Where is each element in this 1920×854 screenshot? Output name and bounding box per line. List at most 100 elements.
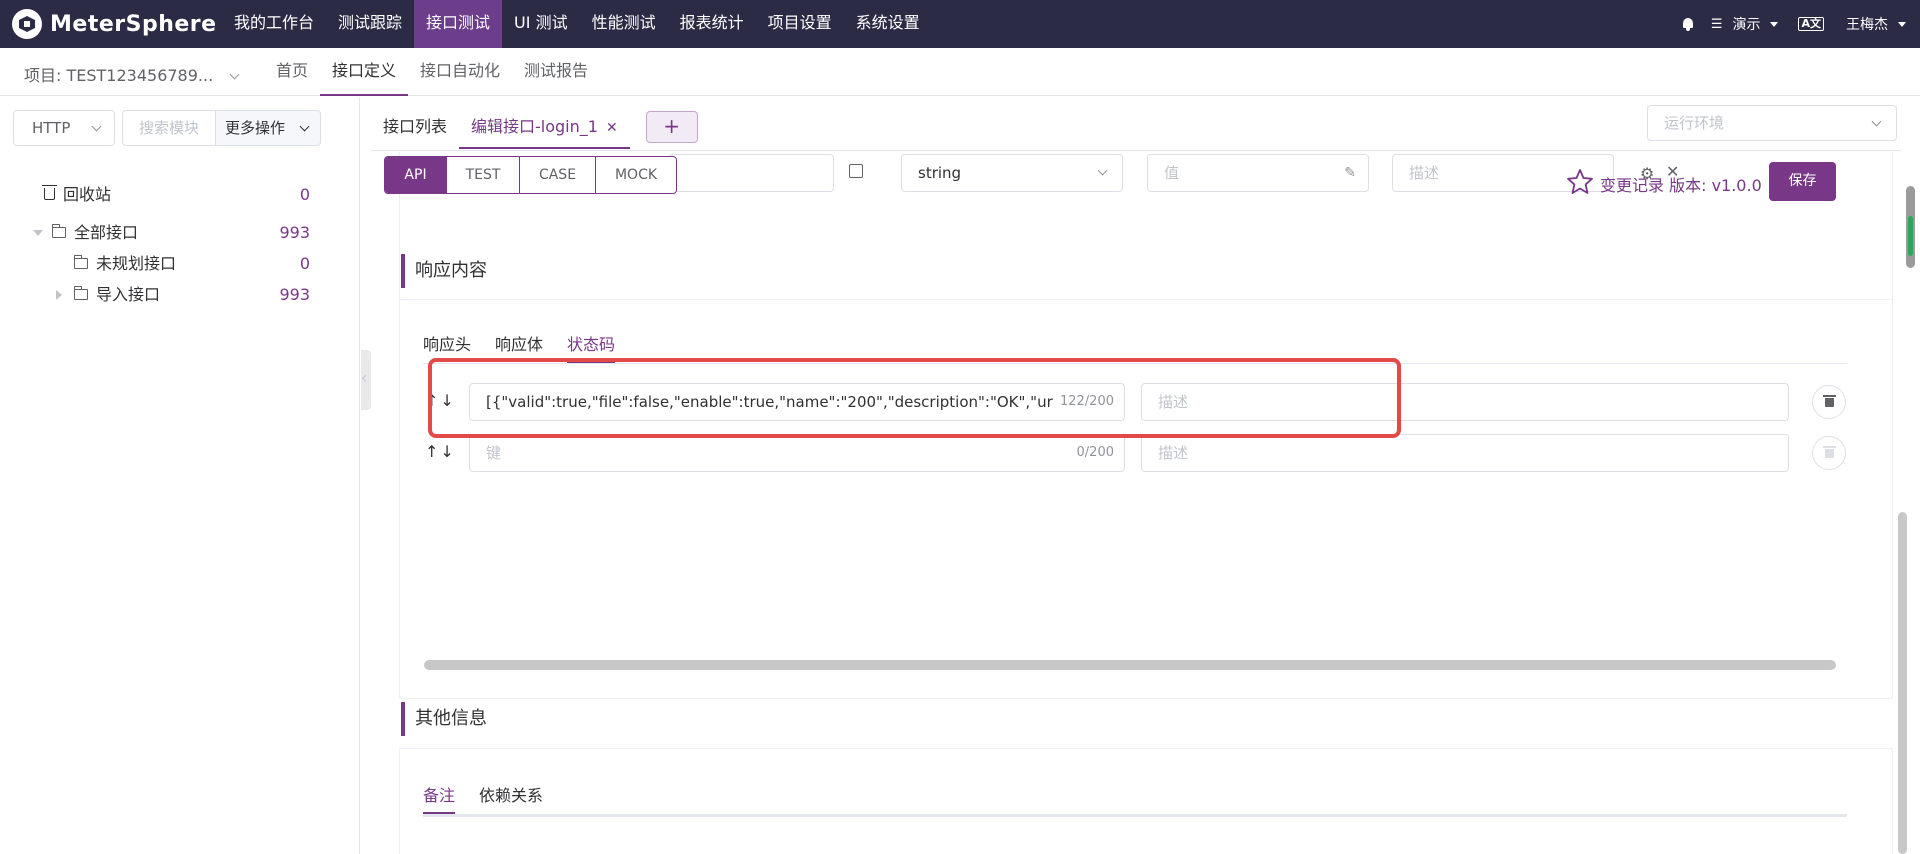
notification-button[interactable] — [1681, 17, 1695, 31]
workspace-switcher[interactable]: 演示 — [1732, 14, 1779, 34]
delete-row-button[interactable] — [1812, 385, 1846, 419]
chevron-down-icon — [299, 121, 310, 132]
status-key-input[interactable]: 键 0/200 — [469, 434, 1125, 472]
param-type-value: string — [918, 164, 962, 182]
topnav-project-settings[interactable]: 项目设置 — [756, 0, 844, 48]
task-list-icon: ☰ — [1710, 16, 1723, 32]
status-desc-input[interactable]: 描述 — [1141, 434, 1789, 472]
module-sidebar: HTTP 搜索模块 更多操作 回收站 0 全部接口 993 未规划接口 0 导入… — [0, 97, 360, 854]
edit-pencil-icon[interactable]: ✎ — [1344, 155, 1356, 191]
close-icon[interactable]: ✕ — [606, 120, 618, 136]
folder-icon — [74, 255, 88, 269]
tree-node-label: 未规划接口 — [96, 254, 177, 273]
project-selector[interactable]: 项目: TEST123456789... — [24, 62, 240, 86]
topnav-system-settings[interactable]: 系统设置 — [844, 0, 932, 48]
subtab-test-report[interactable]: 测试报告 — [512, 48, 600, 96]
topnav-report-stats[interactable]: 报表统计 — [668, 0, 756, 48]
param-required-checkbox[interactable] — [849, 164, 863, 178]
more-ops-label: 更多操作 — [225, 119, 286, 137]
subtab-home[interactable]: 首页 — [264, 48, 320, 96]
caret-down-icon — [1770, 21, 1779, 27]
main-content: 接口列表 编辑接口-login_1 ✕ + 运行环境 string 值 ✎ 描述 … — [361, 97, 1920, 854]
vertical-scrollbar-thumb[interactable] — [1898, 512, 1907, 854]
tree-node-content: 未规划接口 — [74, 250, 176, 278]
save-button[interactable]: 保存 — [1769, 162, 1836, 201]
other-info-panel — [399, 748, 1893, 854]
trash-icon — [1823, 395, 1836, 407]
tree-node-trash[interactable]: 回收站 0 — [0, 181, 360, 209]
trash-icon — [1823, 446, 1836, 458]
tree-node-count: 993 — [279, 223, 310, 242]
tree-node-count: 0 — [299, 254, 310, 273]
caret-down-icon — [1898, 21, 1906, 27]
metersphere-logo-icon — [12, 9, 42, 39]
expand-triangle-icon[interactable] — [56, 290, 62, 300]
param-name-input[interactable] — [668, 154, 834, 192]
trash-icon — [42, 185, 57, 200]
folder-icon — [74, 286, 88, 300]
app-logo[interactable]: MeterSphere — [12, 6, 217, 42]
mode-mock-button[interactable]: MOCK — [596, 157, 676, 193]
workspace-name: 演示 — [1732, 17, 1761, 33]
delete-row-button[interactable] — [1812, 436, 1846, 470]
horizontal-scrollbar[interactable] — [424, 660, 1836, 670]
tree-node-unplanned[interactable]: 未规划接口 0 — [0, 250, 360, 278]
param-value-input[interactable]: 值 ✎ — [1147, 154, 1369, 192]
mode-switch-group: API TEST CASE MOCK — [384, 156, 677, 194]
top-navbar: MeterSphere 我的工作台 测试跟踪 接口测试 UI 测试 性能测试 报… — [0, 0, 1920, 48]
tree-node-count: 993 — [279, 285, 310, 304]
user-menu[interactable]: 王梅杰 — [1846, 14, 1906, 34]
reorder-arrows-icon[interactable]: ↑↓ — [425, 442, 456, 461]
environment-select[interactable]: 运行环境 — [1647, 105, 1897, 141]
mode-test-button[interactable]: TEST — [447, 157, 520, 193]
tree-node-all-apis[interactable]: 全部接口 993 — [0, 219, 360, 247]
expand-triangle-icon[interactable] — [33, 230, 43, 236]
protocol-value: HTTP — [32, 119, 71, 137]
tab-edit-api-label: 编辑接口-login_1 — [471, 117, 598, 136]
param-type-select[interactable]: string — [901, 154, 1123, 192]
tree-node-imported[interactable]: 导入接口 993 — [0, 281, 360, 309]
topnav-test-track[interactable]: 测试跟踪 — [326, 0, 414, 48]
topnav-ui-test[interactable]: UI 测试 — [502, 0, 580, 48]
version-history-link[interactable]: 变更记录 版本: v1.0.0 — [1600, 172, 1762, 196]
editor-tabs: 接口列表 编辑接口-login_1 ✕ + — [371, 105, 698, 149]
chevron-down-icon — [1097, 165, 1108, 176]
protocol-select[interactable]: HTTP — [13, 110, 115, 146]
mode-api-button[interactable]: API — [385, 157, 447, 193]
top-menu: 我的工作台 测试跟踪 接口测试 UI 测试 性能测试 报表统计 项目设置 系统设… — [222, 0, 932, 48]
tab-dependencies[interactable]: 依赖关系 — [479, 778, 543, 814]
tab-remark[interactable]: 备注 — [423, 778, 456, 814]
status-desc-placeholder: 描述 — [1158, 444, 1189, 462]
tree-node-count: 0 — [299, 185, 310, 204]
response-section-title: 响应内容 — [401, 254, 487, 288]
environment-placeholder: 运行环境 — [1664, 114, 1725, 132]
sub-tabs: 首页 接口定义 接口自动化 测试报告 — [264, 48, 600, 96]
subtab-api-definition[interactable]: 接口定义 — [320, 48, 409, 96]
top-right-tools: ☰ 演示 A文 王梅杰 — [1665, 0, 1906, 48]
chevron-down-icon — [229, 69, 240, 80]
module-search-input[interactable]: 搜索模块 — [122, 110, 216, 146]
topnav-api-test[interactable]: 接口测试 — [414, 0, 503, 48]
task-center-button[interactable]: ☰ — [1711, 17, 1723, 32]
add-tab-button[interactable]: + — [645, 111, 698, 143]
tab-api-list[interactable]: 接口列表 — [371, 105, 459, 149]
mode-case-button[interactable]: CASE — [520, 157, 596, 193]
folder-icon — [52, 224, 66, 238]
tree-node-content: 全部接口 — [52, 219, 138, 247]
tree-node-content: 导入接口 — [74, 281, 160, 309]
scroll-minimap-thumb[interactable] — [1906, 186, 1915, 268]
other-info-section-title: 其他信息 — [401, 702, 487, 736]
subtab-api-automation[interactable]: 接口自动化 — [408, 48, 512, 96]
star-icon[interactable] — [1566, 168, 1594, 196]
sub-navbar: 项目: TEST123456789... 首页 接口定义 接口自动化 测试报告 — [0, 48, 1920, 96]
topnav-performance-test[interactable]: 性能测试 — [580, 0, 668, 48]
other-tabs-divider — [423, 814, 1847, 817]
topnav-workbench[interactable]: 我的工作台 — [222, 0, 326, 48]
language-button[interactable]: A文 — [1798, 17, 1824, 31]
more-operations-button[interactable]: 更多操作 — [215, 110, 321, 146]
char-counter: 0/200 — [1070, 435, 1114, 471]
tree-node-label: 回收站 — [63, 185, 112, 204]
tab-edit-api[interactable]: 编辑接口-login_1 ✕ — [459, 105, 630, 149]
other-info-tabs: 备注 依赖关系 — [423, 778, 567, 814]
tree-node-label: 全部接口 — [74, 223, 139, 242]
